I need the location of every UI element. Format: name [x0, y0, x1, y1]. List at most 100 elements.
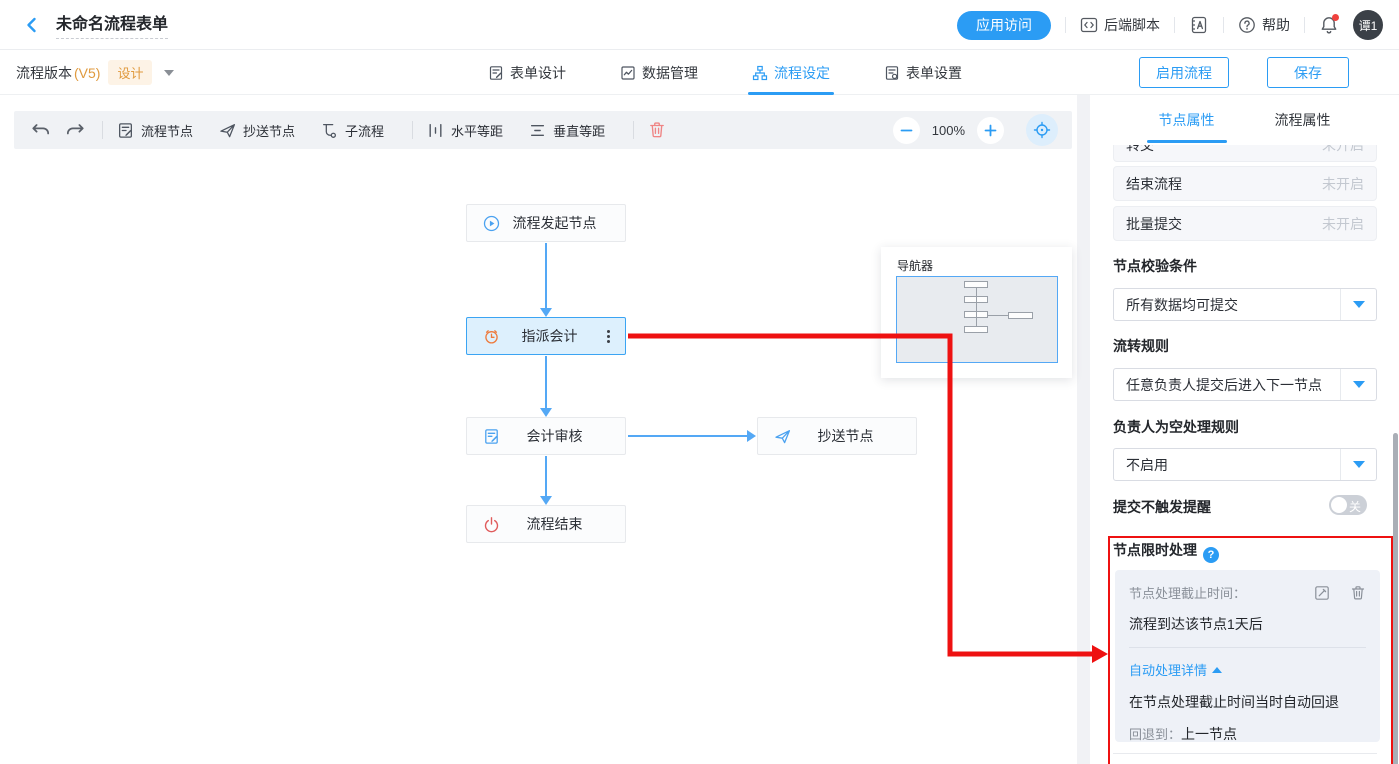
divider [412, 121, 413, 139]
node-label: 抄送节点 [791, 426, 900, 446]
fallback-label: 回退到： [1129, 727, 1181, 742]
deadline-card: 节点处理截止时间： 流程到达该节点1天后 自动处理详情 在节点处理截止时间当时自… [1115, 570, 1380, 742]
zoom-level: 100% [932, 123, 965, 138]
add-subflow-button[interactable]: 子流程 [321, 121, 384, 140]
row-label: 批量提交 [1126, 214, 1182, 234]
divider [633, 121, 634, 139]
node-end[interactable]: 流程结束 [466, 505, 626, 543]
enable-flow-button[interactable]: 启用流程 [1139, 57, 1229, 88]
help-button[interactable]: 帮助 [1238, 15, 1290, 35]
row-batch-submit[interactable]: 批量提交 未开启 [1113, 206, 1377, 241]
tab-flow-properties[interactable]: 流程属性 [1275, 95, 1331, 145]
tab-flow-settings[interactable]: 流程设定 [752, 50, 830, 95]
notification-bell-icon[interactable] [1319, 15, 1339, 35]
back-icon[interactable] [22, 15, 42, 35]
delete-node-icon[interactable] [648, 121, 666, 139]
version-bar: 流程版本 (V5) 设计 表单设计 数据管理 流程 [0, 50, 1399, 95]
divider [1304, 17, 1305, 33]
tab-data-management[interactable]: 数据管理 [620, 50, 698, 95]
tab-form-design[interactable]: 表单设计 [488, 50, 566, 95]
data-management-icon [620, 65, 636, 81]
undo-icon[interactable] [30, 119, 52, 141]
flow-settings-icon [752, 65, 768, 81]
cc-node-label: 抄送节点 [243, 121, 295, 140]
chevron-down-icon[interactable] [164, 70, 174, 76]
avatar[interactable]: 谭1 [1353, 10, 1383, 40]
main-tabs: 表单设计 数据管理 流程设定 表单设置 [488, 50, 962, 95]
details-link-text: 自动处理详情 [1129, 660, 1207, 679]
divider [102, 121, 103, 139]
tab-node-properties[interactable]: 节点属性 [1159, 95, 1215, 145]
canvas-toolbar: 流程节点 抄送节点 子流程 水平等距 [14, 111, 1072, 149]
zoom-out-button[interactable] [893, 117, 920, 144]
chevron-up-icon [1212, 667, 1222, 673]
deadline-value: 流程到达该节点1天后 [1129, 614, 1366, 634]
paper-plane-icon [774, 428, 791, 445]
divider [1223, 17, 1224, 33]
node-label: 流程发起节点 [500, 213, 609, 233]
fallback-value: 上一节点 [1181, 726, 1237, 742]
row-label: 结束流程 [1126, 174, 1182, 194]
api-reference-icon[interactable] [1189, 15, 1209, 35]
divider [1174, 17, 1175, 33]
node-menu-icon[interactable] [599, 330, 617, 343]
redo-icon[interactable] [64, 119, 86, 141]
empty-owner-select[interactable]: 不启用 [1113, 448, 1377, 481]
zoom-in-button[interactable] [977, 117, 1004, 144]
notification-dot [1332, 14, 1339, 21]
horizontal-spacing-icon [427, 122, 444, 139]
horizontal-spacing-label: 水平等距 [451, 121, 503, 140]
navigator-panel: 导航器 [881, 247, 1072, 378]
add-flow-node-button[interactable]: 流程节点 [117, 121, 193, 140]
vertical-spacing-icon [529, 122, 546, 139]
subheader-actions: 启用流程 保存 [1139, 57, 1349, 88]
fit-view-icon[interactable] [1026, 114, 1058, 146]
deadline-actions [1314, 585, 1366, 601]
form-settings-icon [884, 65, 900, 81]
backend-script-button[interactable]: 后端脚本 [1080, 15, 1160, 35]
field-label-validation: 节点校验条件 [1113, 256, 1197, 276]
auto-handle-details-link[interactable]: 自动处理详情 [1129, 660, 1366, 679]
version-number: (V5) [74, 65, 100, 81]
add-cc-node-button[interactable]: 抄送节点 [219, 121, 295, 140]
deadline-section-title: 节点限时处理? [1113, 540, 1219, 563]
horizontal-spacing-button[interactable]: 水平等距 [427, 121, 503, 140]
validation-select[interactable]: 所有数据均可提交 [1113, 288, 1377, 321]
deadline-label: 节点处理截止时间： [1129, 583, 1246, 602]
help-icon[interactable]: ? [1203, 547, 1219, 563]
delete-icon[interactable] [1350, 585, 1366, 601]
node-accountant-review[interactable]: 会计审核 [466, 417, 626, 455]
version-group: 流程版本 (V5) 设计 [16, 50, 174, 95]
field-label-flow-rule: 流转规则 [1113, 336, 1169, 356]
status-badge: 未开启 [1322, 174, 1364, 194]
node-label: 流程结束 [500, 514, 609, 534]
vertical-spacing-button[interactable]: 垂直等距 [529, 121, 605, 140]
mini-node [1008, 312, 1033, 319]
page-title[interactable]: 未命名流程表单 [56, 10, 168, 39]
save-button[interactable]: 保存 [1267, 57, 1349, 88]
reminder-toggle[interactable]: 关 [1329, 495, 1367, 515]
node-start[interactable]: 流程发起节点 [466, 204, 626, 242]
panel-scrollbar[interactable] [1393, 433, 1398, 764]
divider [1113, 753, 1377, 754]
header: 未命名流程表单 应用访问 后端脚本 帮助 [0, 0, 1399, 50]
edit-icon[interactable] [1314, 585, 1330, 601]
mini-connector [988, 315, 1008, 316]
navigator-minimap[interactable] [896, 276, 1058, 363]
panel-tabs: 节点属性 流程属性 [1090, 95, 1399, 145]
node-label: 会计审核 [500, 426, 609, 446]
status-badge: 未开启 [1322, 214, 1364, 234]
deadline-title-text: 节点限时处理 [1113, 542, 1197, 558]
tab-form-settings[interactable]: 表单设置 [884, 50, 962, 95]
divider [1065, 17, 1066, 33]
node-cc[interactable]: 抄送节点 [757, 417, 917, 455]
row-end-flow[interactable]: 结束流程 未开启 [1113, 166, 1377, 201]
version-label: 流程版本 [16, 63, 72, 83]
subflow-label: 子流程 [345, 121, 384, 140]
toggle-state: 关 [1349, 498, 1361, 515]
toggle-knob [1331, 497, 1347, 513]
deadline-row: 节点处理截止时间： [1129, 583, 1366, 602]
app-access-button[interactable]: 应用访问 [957, 11, 1051, 40]
flow-rule-select[interactable]: 任意负责人提交后进入下一节点 [1113, 368, 1377, 401]
node-assign-accountant[interactable]: 指派会计 [466, 317, 626, 355]
